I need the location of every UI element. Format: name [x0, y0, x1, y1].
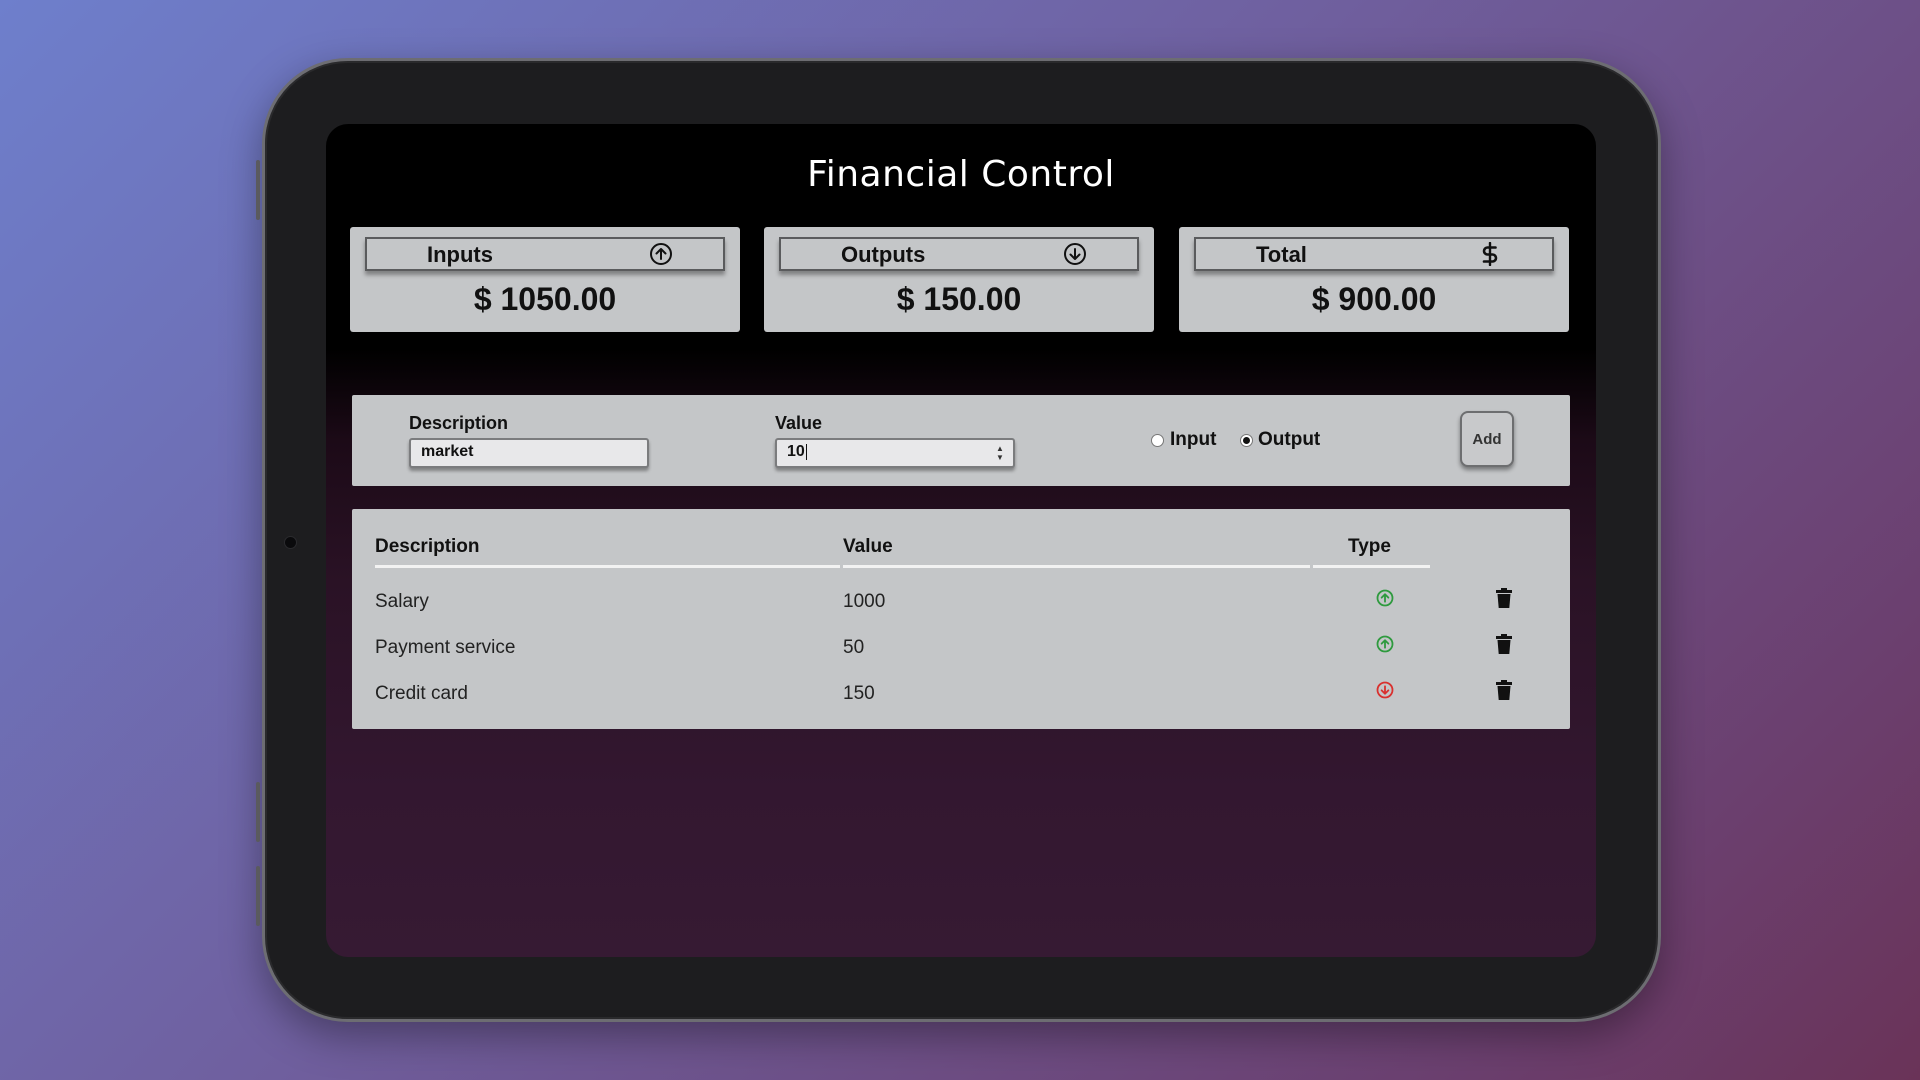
column-header-type: Type [1348, 536, 1391, 557]
outputs-card: Outputs $ 150.00 [764, 227, 1154, 332]
output-radio-label[interactable]: Output [1258, 429, 1320, 451]
description-input-value: market [421, 443, 474, 460]
header-divider [1313, 565, 1430, 568]
trash-icon[interactable] [1496, 680, 1512, 700]
arrow-up-circle-icon [1376, 635, 1394, 653]
inputs-card: Inputs $ 1050.00 [350, 227, 740, 332]
value-input[interactable]: 10 ▲ ▼ [775, 438, 1015, 468]
outputs-card-header: Outputs [779, 237, 1139, 271]
add-button[interactable]: Add [1460, 411, 1514, 467]
column-header-value: Value [843, 536, 893, 557]
page-title: Financial Control [807, 154, 1115, 195]
total-card-label: Total [1256, 242, 1307, 267]
outputs-card-label: Outputs [841, 242, 926, 267]
inputs-card-header: Inputs [365, 237, 725, 271]
value-label: Value [775, 413, 823, 433]
inputs-amount: $ 1050.00 [473, 281, 617, 317]
value-spinner-icon[interactable]: ▲ ▼ [995, 444, 1005, 462]
entry-form: Description market Value 10 ▲ ▼ Input Out… [352, 395, 1570, 486]
description-label: Description [409, 413, 509, 433]
total-amount: $ 900.00 [1311, 281, 1437, 317]
output-radio[interactable] [1240, 434, 1253, 447]
input-radio[interactable] [1151, 434, 1164, 447]
row-description: Credit card [375, 683, 468, 704]
arrow-down-circle-icon [1064, 243, 1086, 265]
row-description: Salary [375, 591, 429, 612]
trash-icon[interactable] [1496, 634, 1512, 654]
tablet-side-button [256, 866, 260, 926]
outputs-amount: $ 150.00 [896, 281, 1022, 317]
row-description: Payment service [375, 637, 516, 658]
description-input[interactable]: market [409, 438, 649, 468]
arrow-up-circle-icon [1376, 589, 1394, 607]
tablet-side-button [256, 160, 260, 220]
inputs-card-label: Inputs [427, 242, 493, 267]
row-value: 150 [843, 683, 875, 704]
arrow-up-circle-icon [650, 243, 672, 265]
total-card: Total $ 900.00 [1179, 227, 1569, 332]
tablet-camera [284, 536, 297, 549]
header-divider [375, 565, 840, 568]
row-value: 1000 [843, 591, 886, 612]
dollar-icon [1482, 242, 1498, 266]
total-card-header: Total [1194, 237, 1554, 271]
value-input-value: 10 [787, 443, 805, 460]
transactions-table: Description Value Type Salary 1000 Payme… [352, 509, 1570, 729]
column-header-description: Description [375, 536, 480, 557]
app-screen: Financial Control Inputs $ 1050.00 Outpu… [326, 124, 1596, 957]
arrow-down-circle-icon [1376, 681, 1394, 699]
trash-icon[interactable] [1496, 588, 1512, 608]
text-cursor [805, 443, 807, 460]
input-radio-label[interactable]: Input [1170, 429, 1216, 451]
row-value: 50 [843, 637, 865, 658]
header-divider [843, 565, 1310, 568]
tablet-side-button [256, 782, 260, 842]
